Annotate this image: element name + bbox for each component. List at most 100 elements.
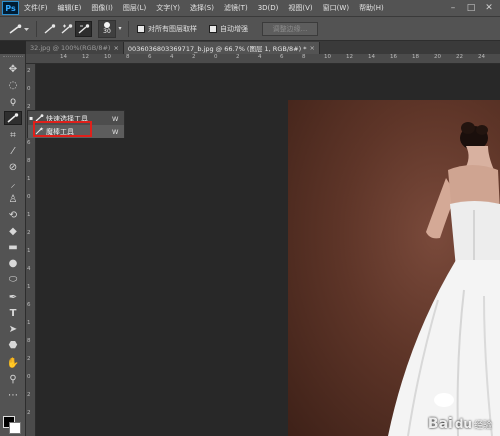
ruler-tick-label: 6	[27, 140, 31, 146]
bride-figure	[388, 122, 500, 436]
menu-image[interactable]: 图像(I)	[86, 3, 118, 13]
blur-tool-icon[interactable]: ●	[4, 256, 22, 270]
ruler-tick-label: 8	[27, 338, 31, 344]
options-bar: 30 ▾ 对所有图层取样 自动增强 调整边缘...	[0, 17, 500, 41]
lasso-tool-icon[interactable]: ϙ	[4, 94, 22, 108]
dodge-tool-icon[interactable]: ⬭	[4, 272, 22, 286]
menu-file[interactable]: 文件(F)	[19, 3, 53, 13]
pen-tool-icon[interactable]: ✒	[4, 290, 22, 304]
auto-enhance-checkbox[interactable]	[209, 24, 217, 33]
ruler-tick-label: 2	[27, 392, 31, 398]
brush-add-icon	[61, 23, 72, 34]
watermark-brand: Bai	[427, 416, 453, 432]
ruler-tick-label: 2	[27, 68, 31, 74]
bride-photo[interactable]	[288, 100, 500, 436]
ruler-tick-label: 1	[27, 248, 31, 254]
baidu-watermark: Bai du 经验	[428, 416, 492, 432]
close-button[interactable]: ✕	[482, 2, 496, 14]
move-tool-icon[interactable]: ✥	[4, 62, 22, 76]
ruler-tick-label: 10	[104, 54, 111, 60]
menu-edit[interactable]: 编辑(E)	[53, 3, 87, 13]
flyout-shortcut: W	[112, 114, 119, 123]
baidu-paw-icon: du	[454, 417, 472, 431]
ruler-tick-label: 16	[390, 54, 397, 60]
ruler-tick-label: 22	[456, 54, 463, 60]
background-color-swatch[interactable]	[9, 422, 21, 434]
zoom-tool-icon[interactable]: ⚲	[4, 372, 22, 386]
ruler-tick-label: 8	[302, 54, 306, 60]
brush-new-icon	[44, 23, 55, 34]
menu-type[interactable]: 文字(Y)	[151, 3, 185, 13]
maximize-button[interactable]: □	[464, 2, 478, 14]
eyedropper-tool-icon[interactable]: ⁄	[4, 144, 22, 158]
tab-close-icon[interactable]: ×	[309, 44, 314, 52]
type-tool-icon[interactable]: T	[4, 306, 22, 320]
quick-selection-icon	[9, 23, 29, 34]
ruler-tick-label: 24	[478, 54, 485, 60]
ruler-horizontal: 14 12 10 8 6 4 2 0 2 4 6 8 10 12 14 16 1…	[26, 54, 500, 64]
toolbox-grip[interactable]	[3, 56, 23, 60]
minimize-button[interactable]: –	[446, 2, 460, 14]
gradient-tool-icon[interactable]: ▬	[4, 240, 22, 254]
ruler-tick-label: 6	[148, 54, 152, 60]
menu-filter[interactable]: 滤镜(T)	[219, 3, 253, 13]
watermark-suffix: 经验	[473, 420, 492, 431]
refine-edge-button[interactable]: 调整边缘...	[262, 21, 318, 36]
quick-selection-icon	[7, 113, 19, 123]
ruler-tick-label: 10	[324, 54, 331, 60]
marquee-tool-icon[interactable]: ◌	[4, 78, 22, 92]
add-to-selection-brush-button[interactable]	[58, 21, 75, 37]
flyout-shortcut: W	[112, 127, 119, 136]
quick-selection-tool-icon[interactable]	[4, 111, 22, 125]
hand-tool-icon[interactable]: ✋	[4, 356, 22, 370]
ruler-tick-label: 4	[27, 266, 31, 272]
app-logo: Ps	[2, 1, 19, 15]
ruler-tick-label: 1	[27, 176, 31, 182]
brush-tool-icon[interactable]: ⸝	[4, 176, 22, 190]
subtract-from-selection-brush-button[interactable]	[75, 20, 92, 37]
healing-brush-tool-icon[interactable]: ⊘	[4, 160, 22, 174]
menu-window[interactable]: 窗口(W)	[318, 3, 354, 13]
document-tab-active[interactable]: 003603680336971​7_b.jpg @ 66.7% (图层 1, R…	[123, 42, 320, 54]
ruler-tick-label: 0	[27, 86, 31, 92]
menu-view[interactable]: 视图(V)	[283, 3, 317, 13]
document-tab[interactable]: 32.jpg @ 100%(RGB/8#) ×	[26, 42, 124, 54]
ruler-tick-label: 8	[126, 54, 130, 60]
clone-stamp-tool-icon[interactable]: ♙	[4, 192, 22, 206]
new-selection-brush-button[interactable]	[41, 21, 58, 37]
history-brush-tool-icon[interactable]: ⟲	[4, 208, 22, 222]
ruler-tick-label: 1	[27, 284, 31, 290]
menu-layer[interactable]: 图层(L)	[118, 3, 151, 13]
ruler-tick-label: 4	[258, 54, 262, 60]
ruler-tick-label: 2	[192, 54, 196, 60]
brush-dropdown-icon[interactable]: ▾	[116, 21, 124, 37]
ruler-tick-label: 20	[434, 54, 441, 60]
auto-enhance-label: 自动增强	[220, 24, 248, 33]
brush-size-picker[interactable]: 30	[98, 19, 116, 38]
menu-select[interactable]: 选择(S)	[185, 3, 219, 13]
ruler-tick-label: 18	[412, 54, 419, 60]
document-tab-bar: 32.jpg @ 100%(RGB/8#) × 003603680336971​…	[26, 41, 500, 54]
menu-3d[interactable]: 3D(D)	[253, 4, 284, 12]
tab-label: 003603680336971​7_b.jpg @ 66.7% (图层 1, R…	[127, 45, 307, 53]
more-tools-icon[interactable]: ⋯	[4, 388, 22, 402]
ruler-tick-label: 2	[27, 410, 31, 416]
crop-tool-icon[interactable]: ⌗	[4, 128, 22, 142]
ruler-tick-label: 1	[27, 320, 31, 326]
tab-close-icon[interactable]: ×	[113, 44, 118, 52]
toolbox-panel: ✥ ◌ ϙ ⌗ ⁄ ⊘ ⸝ ♙ ⟲ ◆ ▬ ● ⬭ ✒ T ➤ ⬣ ✋ ⚲ ⋯	[0, 54, 26, 436]
tool-preset-picker[interactable]	[6, 21, 32, 37]
ruler-tick-label: 14	[368, 54, 375, 60]
ruler-tick-label: 0	[27, 194, 31, 200]
ruler-tick-label: 1	[27, 212, 31, 218]
menu-help[interactable]: 帮助(H)	[354, 3, 389, 13]
ruler-tick-label: 0	[27, 374, 31, 380]
brush-size-value: 30	[103, 28, 111, 35]
red-highlight-annotation	[33, 121, 92, 137]
eraser-tool-icon[interactable]: ◆	[4, 224, 22, 238]
sample-all-layers-checkbox[interactable]	[137, 24, 145, 33]
shape-tool-icon[interactable]: ⬣	[4, 338, 22, 352]
ruler-tick-label: 14	[60, 54, 67, 60]
ruler-tick-label: 12	[82, 54, 89, 60]
path-selection-tool-icon[interactable]: ➤	[4, 322, 22, 336]
